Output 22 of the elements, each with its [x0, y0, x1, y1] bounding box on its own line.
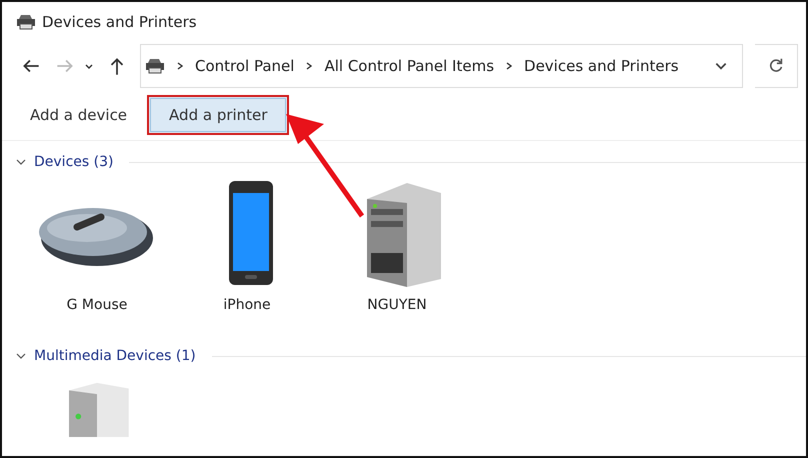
- breadcrumb-item[interactable]: All Control Panel Items: [324, 57, 494, 75]
- refresh-icon: [767, 57, 785, 75]
- group-title[interactable]: Devices (3): [34, 154, 114, 170]
- chevron-icon[interactable]: [16, 157, 26, 167]
- group-title[interactable]: Multimedia Devices (1): [34, 348, 196, 364]
- chevron-down-icon[interactable]: [714, 60, 728, 72]
- toolbar-button[interactable]: Add a printer: [147, 95, 290, 135]
- breadcrumb-item[interactable]: Devices and Printers: [524, 57, 679, 75]
- address-bar[interactable]: Control Panel All Control Panel Items Devices and Printers: [140, 44, 743, 88]
- chevron-right-icon: [304, 61, 314, 71]
- device-label[interactable]: NGUYEN: [367, 297, 427, 313]
- device-label[interactable]: iPhone: [223, 297, 271, 313]
- chevron-right-icon: [175, 61, 185, 71]
- breadcrumb-item[interactable]: Control Panel: [195, 57, 294, 75]
- chevron-right-icon: [504, 61, 514, 71]
- printer-icon: [145, 58, 165, 74]
- printer-icon: [16, 14, 36, 30]
- device-label[interactable]: G Mouse: [66, 297, 128, 313]
- chevron-icon[interactable]: [16, 351, 26, 361]
- toolbar-button[interactable]: Add a device: [16, 96, 142, 134]
- refresh-button[interactable]: [755, 44, 798, 88]
- window-title: Devices and Printers: [42, 13, 197, 31]
